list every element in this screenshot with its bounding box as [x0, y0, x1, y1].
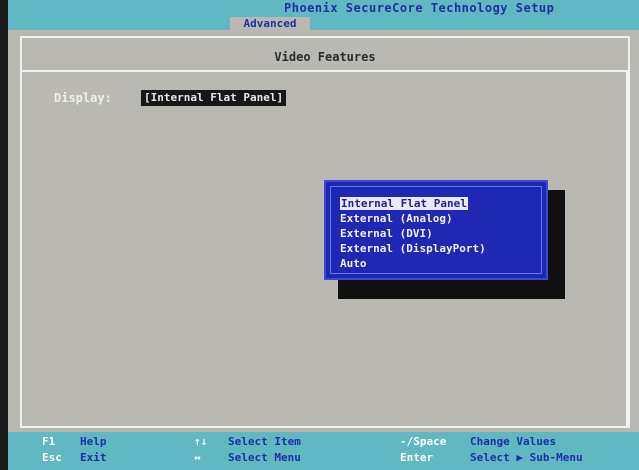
change-values-hint: Change Values [470, 435, 557, 448]
display-options-popup: Internal Flat Panel External (Analog) Ex… [324, 180, 548, 280]
popup-option-auto[interactable]: Auto [340, 257, 367, 270]
sub-menu-hint: Select ▶ Sub-Menu [470, 451, 583, 464]
f1-key: F1 [42, 435, 56, 448]
popup-option-internal-flat-panel[interactable]: Internal Flat Panel [340, 197, 468, 210]
popup-option-external-analog[interactable]: External (Analog) [340, 212, 453, 225]
title-bar: Phoenix SecureCore Technology Setup Adva… [8, 0, 639, 30]
left-right-arrows-icon: ↔ [194, 451, 201, 464]
tab-advanced[interactable]: Advanced [230, 17, 310, 30]
enter-key: Enter [400, 451, 434, 464]
up-down-arrows-icon: ↑↓ [194, 435, 208, 448]
title-divider [22, 70, 628, 72]
esc-key: Esc [42, 451, 62, 464]
popup-option-external-displayport[interactable]: External (DisplayPort) [340, 242, 486, 255]
bios-screen: Phoenix SecureCore Technology Setup Adva… [8, 0, 639, 470]
app-title: Phoenix SecureCore Technology Setup [284, 1, 555, 15]
help-pane-divider [626, 72, 628, 426]
help-hint: Help [80, 435, 107, 448]
select-menu-hint: Select Menu [228, 451, 301, 464]
exit-hint: Exit [80, 451, 107, 464]
display-setting-value[interactable]: [Internal Flat Panel] [141, 90, 287, 106]
popup-option-external-dvi[interactable]: External (DVI) [340, 227, 433, 240]
space-key: -/Space [400, 435, 447, 448]
status-bar: F1 Help Esc Exit ↑↓ Select Item ↔ Select… [8, 432, 639, 470]
display-setting-label: Display: [54, 91, 112, 105]
select-item-hint: Select Item [228, 435, 301, 448]
page-title: Video Features [274, 50, 376, 64]
